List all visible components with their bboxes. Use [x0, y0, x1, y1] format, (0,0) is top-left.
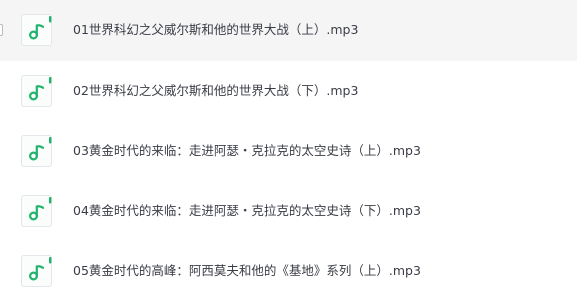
- file-name[interactable]: 05黄金时代的高峰：阿西莫夫和他的《基地》系列（上）.mp3: [73, 262, 421, 280]
- file-row[interactable]: 02世界科幻之父威尔斯和他的世界大战（下）.mp3: [0, 61, 577, 121]
- row-checkbox[interactable]: [0, 24, 3, 36]
- file-row[interactable]: 01世界科幻之父威尔斯和他的世界大战（上）.mp3: [0, 0, 577, 61]
- file-name[interactable]: 04黄金时代的来临：走进阿瑟・克拉克的太空史诗（下）.mp3: [73, 202, 421, 220]
- music-note-icon: [21, 135, 52, 167]
- file-name[interactable]: 02世界科幻之父威尔斯和他的世界大战（下）.mp3: [73, 82, 358, 100]
- file-row[interactable]: 04黄金时代的来临：走进阿瑟・克拉克的太空史诗（下）.mp3: [0, 181, 577, 241]
- file-row[interactable]: 03黄金时代的来临：走进阿瑟・克拉克的太空史诗（上）.mp3: [0, 121, 577, 181]
- file-name[interactable]: 01世界科幻之父威尔斯和他的世界大战（上）.mp3: [73, 21, 358, 39]
- music-note-icon: [21, 75, 52, 107]
- file-row[interactable]: 05黄金时代的高峰：阿西莫夫和他的《基地》系列（上）.mp3: [0, 241, 577, 301]
- music-note-icon: [21, 195, 52, 227]
- file-name[interactable]: 03黄金时代的来临：走进阿瑟・克拉克的太空史诗（上）.mp3: [73, 142, 421, 160]
- music-note-icon: [21, 14, 52, 46]
- music-note-icon: [21, 255, 52, 287]
- file-list: 01世界科幻之父威尔斯和他的世界大战（上）.mp3 02世界科幻之父威尔斯和他的…: [0, 0, 577, 306]
